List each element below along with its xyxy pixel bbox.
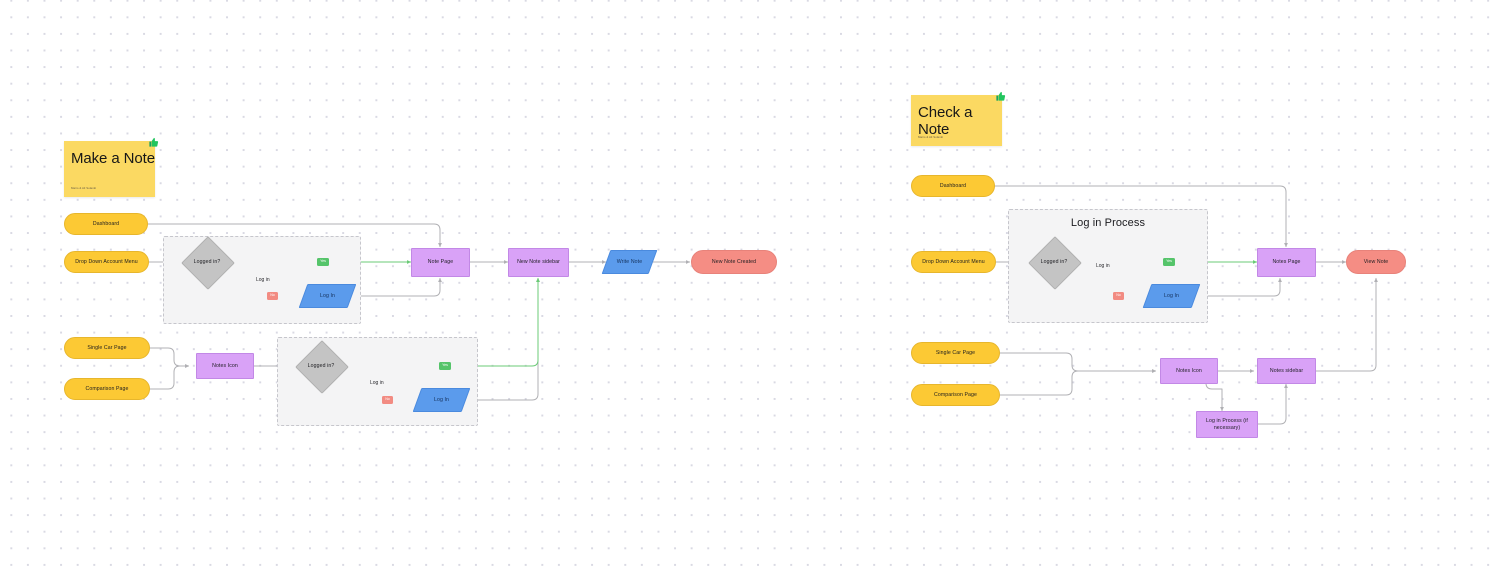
node-single-car-page-right[interactable]: Single Car Page — [911, 342, 1000, 364]
node-label: Drop Down Account Menu — [75, 258, 138, 265]
edge-label-text: No — [385, 397, 390, 402]
node-comparison-page[interactable]: Comparison Page — [64, 378, 150, 400]
thumbs-up-icon — [995, 91, 1006, 102]
node-log-in-2[interactable]: Log In — [412, 388, 471, 412]
group-title: Log in Process — [1070, 217, 1146, 229]
edge-label-text: Yes — [442, 363, 448, 368]
node-label: Log In — [319, 292, 336, 299]
edge-label-text: No — [1116, 293, 1121, 298]
thumbs-up-icon — [148, 137, 159, 148]
sticky-note-title: Make a Note — [71, 150, 155, 167]
node-label: Single Car Page — [87, 344, 127, 351]
node-dashboard[interactable]: Dashboard — [64, 213, 148, 235]
node-label: Dashboard — [939, 182, 967, 189]
node-notes-sidebar-right[interactable]: Notes sidebar — [1257, 358, 1316, 384]
node-label: Log in Process (if necessary) — [1206, 418, 1248, 431]
edge-label-text: Yes — [320, 259, 326, 264]
node-label: Dashboard — [92, 220, 120, 227]
edge-label-no-right: No — [1113, 292, 1124, 300]
node-label: Comparison Page — [933, 391, 978, 398]
node-note-page[interactable]: Note Page — [411, 248, 470, 277]
node-label: New Note sidebar — [517, 259, 560, 266]
node-log-in-process-if-necessary[interactable]: Log in Process (if necessary) — [1196, 411, 1258, 438]
node-write-note[interactable]: Write Note — [601, 250, 658, 274]
node-notes-icon-right[interactable]: Notes Icon — [1160, 358, 1218, 384]
node-label: Comparison Page — [85, 385, 129, 392]
edge-label-no-1: No — [267, 292, 278, 300]
node-logged-in-decision-2[interactable]: Logged in? — [295, 340, 349, 394]
node-label: Logged in? — [193, 258, 221, 265]
node-comparison-page-right[interactable]: Comparison Page — [911, 384, 1000, 406]
sticky-note-make-a-note[interactable]: Make a Note Mario & Ali Solanki — [64, 137, 159, 197]
label-log-in-right: Log in — [1096, 263, 1110, 269]
edge-label-yes-right: Yes — [1163, 258, 1175, 266]
node-drop-down-account-menu[interactable]: Drop Down Account Menu — [64, 251, 149, 273]
node-new-note-created[interactable]: New Note Created — [691, 250, 777, 274]
node-log-in-1[interactable]: Log In — [298, 284, 357, 308]
node-label: Write Note — [616, 258, 643, 265]
edge-label-yes-2: Yes — [439, 362, 451, 370]
node-label: Notes Page — [1272, 259, 1301, 266]
node-label: Single Car Page — [935, 349, 976, 356]
node-dashboard-right[interactable]: Dashboard — [911, 175, 995, 197]
node-label: Notes sidebar — [1269, 367, 1304, 374]
label-log-in-1: Log in — [256, 277, 270, 283]
node-new-note-sidebar[interactable]: New Note sidebar — [508, 248, 569, 277]
sticky-note-check-a-note[interactable]: Check a Note Mario & Ali Solanki — [911, 91, 1006, 146]
node-label: Drop Down Account Menu — [922, 258, 985, 265]
node-log-in-right[interactable]: Log In — [1142, 284, 1201, 308]
node-notes-icon[interactable]: Notes Icon — [196, 353, 254, 379]
node-single-car-page[interactable]: Single Car Page — [64, 337, 150, 359]
node-label: Notes Icon — [1176, 367, 1202, 374]
node-notes-page-right[interactable]: Notes Page — [1257, 248, 1316, 277]
sticky-note-subtitle: Mario & Ali Solanki — [71, 186, 97, 190]
node-label: Logged in? — [1040, 258, 1068, 265]
node-view-note-right[interactable]: View Note — [1346, 250, 1406, 274]
node-label: Notes Icon — [212, 362, 238, 369]
node-label: Log In — [433, 396, 450, 403]
edge-label-yes-1: Yes — [317, 258, 329, 266]
sticky-note-subtitle: Mario & Ali Solanki — [918, 135, 944, 139]
node-label: New Note Created — [711, 258, 757, 265]
whiteboard-canvas[interactable]: Make a Note Mario & Ali Solanki Dashboar… — [0, 0, 1490, 576]
node-label: Logged in? — [307, 362, 335, 369]
edge-label-no-2: No — [382, 396, 393, 404]
label-log-in-2: Log in — [370, 380, 384, 386]
node-drop-down-account-menu-right[interactable]: Drop Down Account Menu — [911, 251, 996, 273]
node-label: View Note — [1363, 258, 1389, 265]
sticky-note-title: Check a Note — [918, 104, 973, 138]
edge-label-text: Yes — [1166, 259, 1172, 264]
node-logged-in-decision-1[interactable]: Logged in? — [181, 236, 235, 290]
edge-label-text: No — [270, 293, 275, 298]
node-label: Log In — [1163, 292, 1180, 299]
node-label: Note Page — [427, 259, 454, 266]
node-logged-in-decision-right[interactable]: Logged in? — [1028, 236, 1082, 290]
